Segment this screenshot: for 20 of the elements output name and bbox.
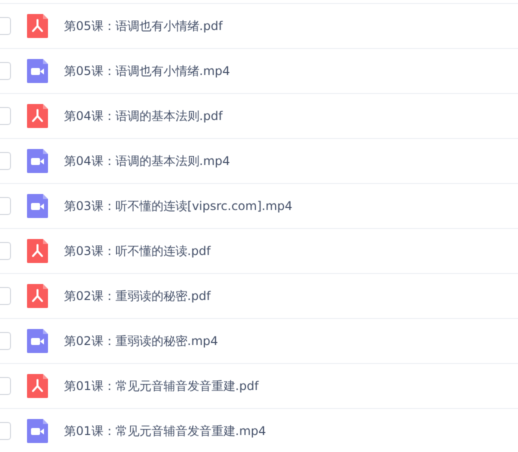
- video-file-icon: [27, 419, 48, 443]
- pdf-file-icon: [27, 239, 48, 263]
- file-name[interactable]: 第03课：听不懂的连读.pdf: [64, 242, 211, 260]
- pdf-file-icon: [27, 104, 48, 128]
- video-file-icon: [27, 59, 48, 83]
- pdf-file-icon: [27, 284, 48, 308]
- file-name[interactable]: 第04课：语调的基本法则.pdf: [64, 107, 223, 125]
- file-name[interactable]: 第02课：重弱读的秘密.mp4: [64, 332, 218, 350]
- file-name[interactable]: 第04课：语调的基本法则.mp4: [64, 152, 230, 170]
- video-file-icon: [27, 149, 48, 173]
- video-file-icon: [27, 194, 48, 218]
- file-name[interactable]: 第01课：常见元音辅音发音重建.mp4: [64, 422, 266, 440]
- file-name[interactable]: 第05课：语调也有小情绪.pdf: [64, 17, 223, 35]
- pdf-file-icon: [27, 374, 48, 398]
- file-name[interactable]: 第01课：常见元音辅音发音重建.pdf: [64, 377, 259, 395]
- video-file-icon: [27, 329, 48, 353]
- file-name[interactable]: 第03课：听不懂的连读[vipsrc.com].mp4: [64, 197, 292, 215]
- file-name[interactable]: 第02课：重弱读的秘密.pdf: [64, 287, 211, 305]
- pdf-file-icon: [27, 14, 48, 38]
- file-name[interactable]: 第05课：语调也有小情绪.mp4: [64, 62, 230, 80]
